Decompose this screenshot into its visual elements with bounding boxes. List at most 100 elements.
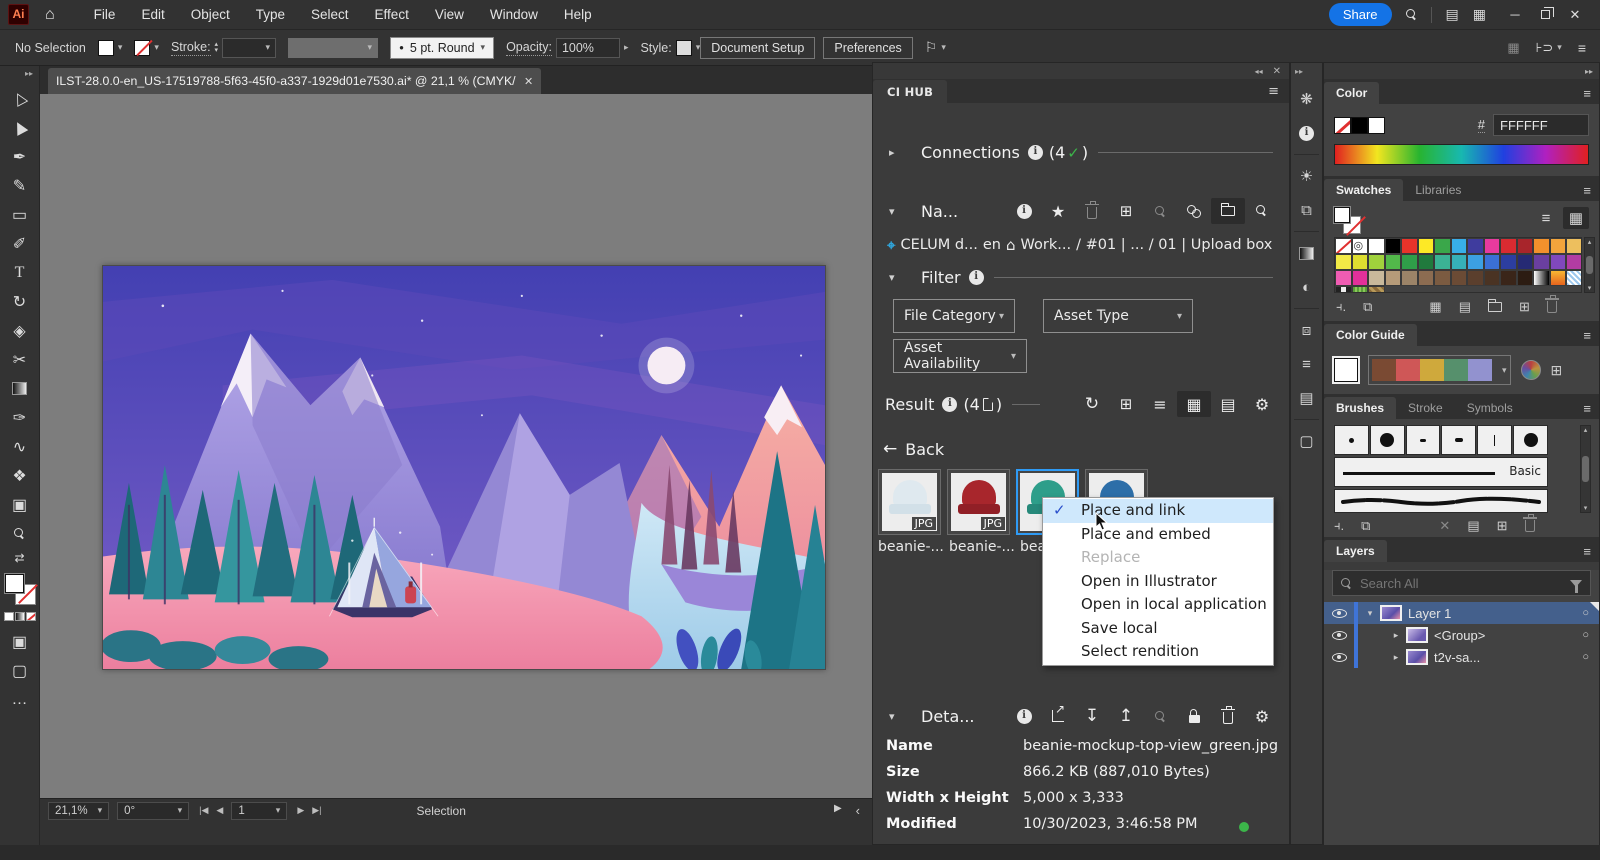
upload-icon[interactable]: ↥ — [1109, 703, 1143, 729]
transform-panel-icon[interactable]: ⧈ — [1290, 313, 1323, 347]
brush-libraries-icon[interactable]: ⫞. — [1334, 518, 1344, 534]
color-guide-menu-icon[interactable]: ≡ — [1575, 328, 1599, 346]
swatch[interactable] — [1401, 270, 1418, 286]
swatch-pattern[interactable] — [1566, 270, 1582, 286]
swatches-fill-stroke[interactable] — [1334, 207, 1360, 233]
brush-basic[interactable]: Basic — [1334, 457, 1548, 487]
last-artboard-icon[interactable]: ▶| — [312, 805, 321, 816]
swatch[interactable] — [1533, 254, 1550, 270]
home-icon[interactable]: ⌂ — [45, 6, 55, 24]
color-spectrum-bar[interactable] — [1334, 144, 1589, 165]
eyedropper-tool[interactable]: ✑ — [0, 403, 40, 432]
screen-mode-icon[interactable]: ▢ — [0, 656, 40, 685]
remove-stroke-icon[interactable]: ✕ — [1439, 518, 1450, 534]
none-swatch[interactable] — [1334, 117, 1351, 134]
strip-expand-icon[interactable]: ▸▸ — [1291, 63, 1307, 82]
gradient-tool[interactable] — [0, 374, 40, 403]
none-button[interactable] — [26, 612, 36, 621]
tab-brushes[interactable]: Brushes — [1324, 397, 1396, 419]
style-swatch[interactable] — [676, 40, 692, 56]
breadcrumb-lang[interactable]: en — [983, 237, 1001, 253]
color-panel-menu-icon[interactable]: ≡ — [1575, 86, 1599, 104]
menu-effect[interactable]: Effect — [362, 0, 422, 30]
layer-target-icon[interactable]: ○ — [1582, 629, 1589, 641]
list-view-icon[interactable]: ≡ — [1143, 391, 1177, 417]
asset-thumbnail[interactable]: JPG — [878, 469, 941, 535]
menu-file[interactable]: File — [81, 0, 129, 30]
more-tools-icon[interactable]: … — [0, 685, 40, 714]
cihub-tab[interactable]: CI HUB — [873, 80, 947, 103]
visibility-eye-icon[interactable] — [1332, 609, 1347, 618]
transparency-panel-icon[interactable]: ◐ — [1290, 270, 1323, 304]
brush-definition-field[interactable]: ● 5 pt. Round ▾ — [390, 37, 494, 59]
breadcrumb-home-icon[interactable]: ⌂ — [1006, 236, 1016, 254]
info-panel-icon[interactable]: i — [1290, 116, 1323, 150]
pen-tool[interactable]: ✒ — [0, 142, 40, 171]
filter-funnel-icon[interactable] — [1570, 580, 1582, 587]
swatch-pattern[interactable] — [1368, 286, 1385, 293]
layer-row-t2v[interactable]: ▸ t2v-sa... ○ — [1324, 646, 1599, 668]
brush-dash-small[interactable] — [1406, 425, 1441, 455]
preferences-button[interactable]: Preferences — [823, 37, 912, 59]
asset-thumbnail[interactable]: JPG — [947, 469, 1010, 535]
panel-list-icon[interactable]: ≡ — [1578, 40, 1586, 56]
toolbar-collapse-icon[interactable]: ▸▸ — [19, 66, 39, 84]
menu-item-place-and-embed[interactable]: Place and embed — [1043, 523, 1273, 547]
workspace-switcher-icon[interactable]: ▦ — [1473, 6, 1486, 23]
tab-stroke[interactable]: Stroke — [1396, 397, 1455, 419]
swatch-grid[interactable] — [1334, 237, 1582, 293]
layer-expand-icon[interactable]: ▸ — [1388, 630, 1404, 641]
width-profile-field[interactable]: ▾ — [288, 38, 378, 58]
opacity-expand-icon[interactable]: ▸ — [624, 42, 629, 53]
nav-info-icon[interactable]: i — [1007, 198, 1041, 224]
scissors-tool[interactable]: ✂ — [0, 345, 40, 374]
swatch[interactable] — [1401, 238, 1418, 254]
breadcrumb[interactable]: ⌖ CELUM d... en ⌂ Work... / #01 | ... / … — [887, 236, 1272, 254]
details-zoom-icon[interactable] — [1143, 703, 1177, 729]
document-setup-button[interactable]: Document Setup — [700, 37, 815, 59]
layer-name[interactable]: t2v-sa... — [1434, 650, 1480, 665]
hex-label[interactable]: # — [1478, 117, 1485, 133]
asset-filename[interactable]: beanie-... — [878, 539, 943, 555]
lock-icon[interactable] — [1177, 703, 1211, 729]
new-color-group-icon[interactable] — [1488, 300, 1502, 315]
swatch[interactable] — [1385, 238, 1402, 254]
details-settings-icon[interactable]: ⚙ — [1245, 703, 1279, 729]
swatch[interactable] — [1467, 254, 1484, 270]
fill-stroke-indicator[interactable] — [5, 574, 35, 604]
brushes-menu-icon[interactable]: ≡ — [1575, 401, 1599, 419]
back-button[interactable]: ← Back — [883, 439, 944, 459]
swatch[interactable] — [1368, 270, 1385, 286]
tab-libraries[interactable]: Libraries — [1403, 179, 1473, 201]
swatch-themes-icon[interactable]: ⧉ — [1363, 299, 1372, 315]
card-view-icon[interactable]: ▤ — [1211, 391, 1245, 417]
breadcrumb-path[interactable]: / #01 | ... / 01 | Upload box — [1076, 237, 1272, 253]
nav-folder-icon[interactable] — [1211, 198, 1245, 224]
swatch-gradient-orange[interactable] — [1550, 270, 1567, 286]
black-swatch[interactable] — [1351, 117, 1368, 134]
new-brush-icon[interactable]: ⊞ — [1497, 518, 1508, 534]
libraries-panel-link-icon[interactable]: ⧉ — [1361, 518, 1370, 534]
swatch[interactable] — [1451, 270, 1468, 286]
panel-close-icon[interactable]: ✕ — [1273, 66, 1281, 77]
refresh-icon[interactable]: ↻ — [1075, 391, 1109, 417]
eraser-tool[interactable]: ◈ — [0, 316, 40, 345]
tab-swatches[interactable]: Swatches — [1324, 179, 1403, 201]
document-close-icon[interactable]: ✕ — [524, 75, 533, 88]
status-expand-icon[interactable]: ▶ — [834, 803, 842, 818]
swatch-kind-icon[interactable]: ▦ — [1429, 299, 1441, 315]
brush-dot-large[interactable] — [1370, 425, 1405, 455]
save-group-icon[interactable]: ⊞ — [1551, 362, 1563, 379]
panel-collapse-icon[interactable]: ◂◂ — [1255, 67, 1263, 76]
asset-type-dropdown[interactable]: Asset Type▾ — [1043, 299, 1193, 333]
brush-definition[interactable]: ● 5 pt. Round ▾ — [390, 37, 494, 59]
gradient-button[interactable] — [15, 612, 25, 621]
cihub-wheel-icon[interactable]: ❋ — [1290, 82, 1323, 116]
result-settings-icon[interactable]: ⚙ — [1245, 391, 1279, 417]
layer-thumbnail[interactable] — [1406, 627, 1428, 643]
properties-toggle[interactable]: ⊦⊃▾ — [1536, 40, 1562, 56]
dock-expand-icon[interactable]: ▸▸ — [1585, 67, 1593, 76]
filter-info-icon[interactable]: i — [969, 270, 984, 285]
libraries-panel-icon[interactable]: ⧉ — [1290, 193, 1323, 227]
arrange-documents-icon[interactable]: ▤ — [1446, 6, 1459, 23]
